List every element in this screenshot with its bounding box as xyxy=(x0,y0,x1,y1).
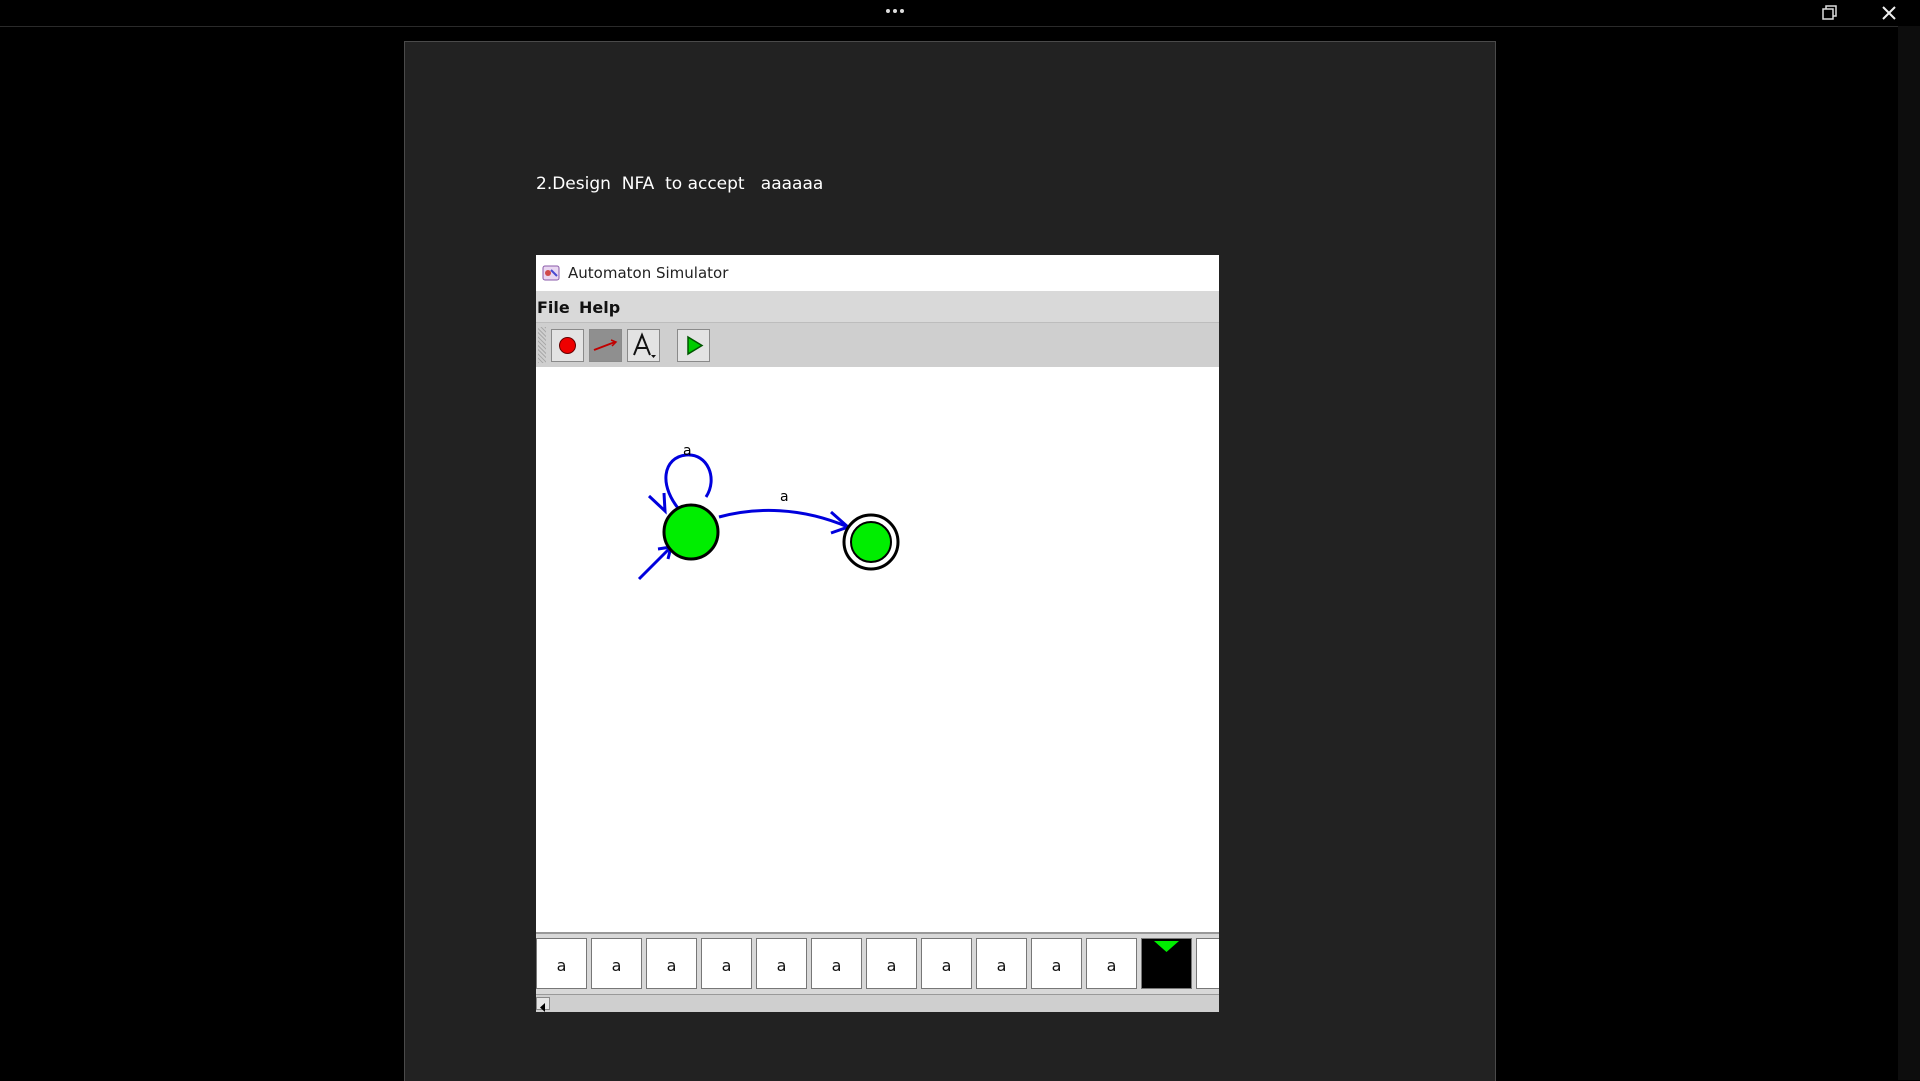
accept-state-inner xyxy=(850,521,892,563)
label-icon xyxy=(633,332,656,358)
restore-window-icon[interactable] xyxy=(1820,4,1840,22)
menu-bar: File Help xyxy=(536,291,1219,322)
add-state-button[interactable] xyxy=(551,329,584,362)
tape-head-icon xyxy=(1154,941,1179,952)
tape-cell[interactable]: a xyxy=(866,938,917,989)
tape-cell[interactable]: a xyxy=(701,938,752,989)
tape-cell[interactable]: a xyxy=(1086,938,1137,989)
scroll-left-button[interactable] xyxy=(536,997,550,1012)
more-options-icon[interactable] xyxy=(885,4,905,18)
self-loop-arrowhead xyxy=(647,492,667,515)
input-tape: a a a a a a a a a a a xyxy=(536,932,1219,996)
tape-cell[interactable]: a xyxy=(646,938,697,989)
simulator-title-bar: Automaton Simulator xyxy=(536,255,1219,291)
tape-cell[interactable]: a xyxy=(811,938,862,989)
app-icon xyxy=(542,265,560,281)
document-heading: 2.Design NFA to accept aaaaaa xyxy=(536,174,824,194)
transition-arrow xyxy=(718,508,849,529)
tape-cell[interactable]: a xyxy=(976,938,1027,989)
close-window-icon[interactable] xyxy=(1878,3,1900,23)
tape-head-cell[interactable] xyxy=(1141,938,1192,989)
add-state-icon xyxy=(559,337,576,354)
transition-label: a xyxy=(780,489,789,505)
menu-file[interactable]: File xyxy=(537,298,570,317)
automaton-canvas[interactable]: a a xyxy=(536,367,1219,932)
self-loop-label: a xyxy=(683,443,692,459)
tape-cell[interactable]: a xyxy=(1031,938,1082,989)
menu-help[interactable]: Help xyxy=(579,298,620,317)
page-scrollbar[interactable] xyxy=(1898,26,1920,1080)
tape-cell[interactable]: a xyxy=(591,938,642,989)
tape-scrollbar[interactable] xyxy=(536,994,1219,1012)
tape-cell[interactable]: a xyxy=(756,938,807,989)
scroll-left-icon xyxy=(540,1003,545,1012)
automaton-simulator-window: Automaton Simulator File Help a a a a a … xyxy=(536,255,1219,1012)
add-transition-icon xyxy=(593,339,618,351)
run-icon xyxy=(687,335,704,356)
toolbar xyxy=(536,322,1219,368)
document-page: 2.Design NFA to accept aaaaaa Automaton … xyxy=(404,41,1496,1081)
top-bar xyxy=(0,0,1920,27)
start-arrow xyxy=(637,545,673,581)
run-button[interactable] xyxy=(677,329,710,362)
start-state xyxy=(662,503,720,561)
toolbar-grip[interactable] xyxy=(538,327,546,363)
tape-cell[interactable]: a xyxy=(921,938,972,989)
label-tool-button[interactable] xyxy=(627,329,660,362)
simulator-title: Automaton Simulator xyxy=(568,264,729,282)
add-transition-button[interactable] xyxy=(589,329,622,362)
tape-cell[interactable] xyxy=(1196,938,1219,989)
automaton-diagram: a a xyxy=(637,443,900,581)
tape-cell[interactable]: a xyxy=(536,938,587,989)
